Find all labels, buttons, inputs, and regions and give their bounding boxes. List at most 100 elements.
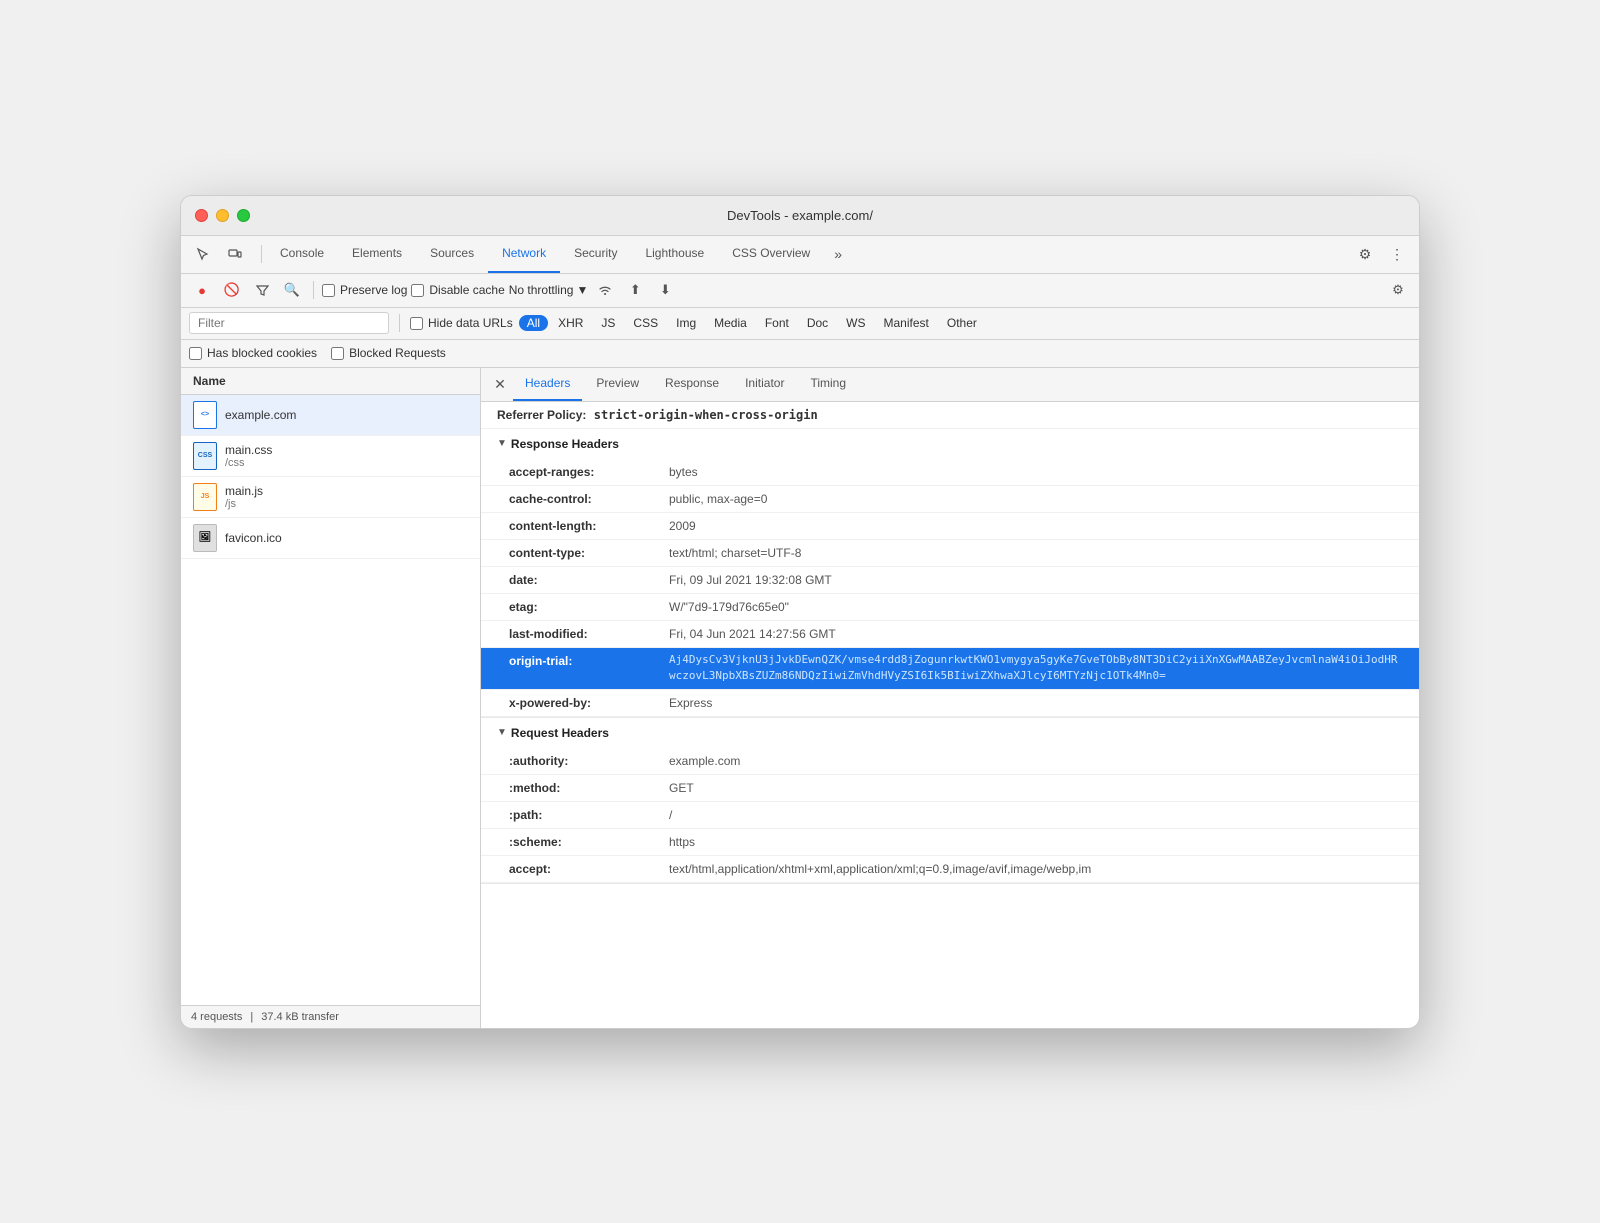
blocked-requests-checkbox[interactable]	[331, 347, 344, 360]
header-row-origin-trial: origin-trial: Aj4DysCv3VjknU3jJvkDEwnQZK…	[481, 648, 1419, 690]
tab-sources[interactable]: Sources	[416, 235, 488, 273]
request-item-main-css[interactable]: CSS main.css /css	[181, 436, 480, 477]
has-blocked-cookies-checkbox[interactable]	[189, 347, 202, 360]
tab-css-overview[interactable]: CSS Overview	[718, 235, 824, 273]
filter-tag-xhr[interactable]: XHR	[550, 315, 591, 331]
filter-tag-ws[interactable]: WS	[838, 315, 873, 331]
request-item-main-js[interactable]: JS main.js /js	[181, 477, 480, 518]
detail-tab-initiator[interactable]: Initiator	[733, 368, 796, 402]
detail-tab-response[interactable]: Response	[653, 368, 731, 402]
filter-bar: Hide data URLs All XHR JS CSS Img Media …	[181, 308, 1419, 340]
requests-footer: 4 requests | 37.4 kB transfer	[181, 1005, 480, 1028]
header-row-authority: :authority: example.com	[481, 748, 1419, 775]
detail-tab-preview[interactable]: Preview	[584, 368, 651, 402]
requests-column-header: Name	[181, 368, 480, 395]
header-row-method: :method: GET	[481, 775, 1419, 802]
header-row-date: date: Fri, 09 Jul 2021 19:32:08 GMT	[481, 567, 1419, 594]
more-options-icon-button[interactable]: ⋮	[1383, 240, 1411, 268]
filter-tag-js[interactable]: JS	[593, 315, 623, 331]
request-headers-title[interactable]: ▼ Request Headers	[481, 718, 1419, 748]
titlebar: DevTools - example.com/	[181, 196, 1419, 236]
hide-data-urls-checkbox[interactable]	[410, 317, 423, 330]
throttle-selector[interactable]: No throttling ▼	[509, 283, 589, 297]
upload-icon-button[interactable]: ⬆	[622, 277, 648, 303]
filter-tag-doc[interactable]: Doc	[799, 315, 836, 331]
chevron-down-icon: ▼	[576, 283, 588, 297]
toolbar-right-icons: ⚙ ⋮	[1351, 240, 1411, 268]
header-row-etag: etag: W/"7d9-179d76c65e0"	[481, 594, 1419, 621]
response-headers-title[interactable]: ▼ Response Headers	[481, 429, 1419, 459]
footer-separator: |	[250, 1011, 253, 1023]
header-row-path: :path: /	[481, 802, 1419, 829]
request-info-css: main.css /css	[225, 443, 272, 469]
file-icon-html: <>	[193, 401, 217, 429]
header-row-cache-control: cache-control: public, max-age=0	[481, 486, 1419, 513]
tab-security[interactable]: Security	[560, 235, 631, 273]
filter-tag-manifest[interactable]: Manifest	[876, 315, 937, 331]
devtools-tabs-bar: Console Elements Sources Network Securit…	[181, 236, 1419, 274]
minimize-button[interactable]	[216, 209, 229, 222]
blocked-requests-label[interactable]: Blocked Requests	[331, 346, 446, 360]
requests-list-panel: Name <> example.com CSS main.css /css	[181, 368, 481, 1028]
header-row-scheme: :scheme: https	[481, 829, 1419, 856]
headers-content-area: Referrer Policy: strict-origin-when-cros…	[481, 402, 1419, 1028]
tab-lighthouse[interactable]: Lighthouse	[631, 235, 718, 273]
settings-icon-button[interactable]: ⚙	[1351, 240, 1379, 268]
request-headers-section: ▼ Request Headers :authority: example.co…	[481, 718, 1419, 884]
header-row-accept: accept: text/html,application/xhtml+xml,…	[481, 856, 1419, 883]
blocked-bar: Has blocked cookies Blocked Requests	[181, 340, 1419, 368]
header-row-content-type: content-type: text/html; charset=UTF-8	[481, 540, 1419, 567]
filter-tag-font[interactable]: Font	[757, 315, 797, 331]
window-title: DevTools - example.com/	[727, 208, 873, 223]
tab-network[interactable]: Network	[488, 235, 560, 273]
filter-type-tags: All XHR JS CSS Img Media Font Doc WS Man…	[519, 315, 985, 331]
collapse-triangle-icon: ▼	[497, 438, 507, 449]
devtools-window: DevTools - example.com/ Console Elements	[180, 195, 1420, 1029]
toolbar-left-icons	[189, 240, 249, 268]
clear-button[interactable]: 🚫	[219, 277, 245, 303]
wifi-icon-button[interactable]	[592, 277, 618, 303]
filter-icon-button[interactable]	[249, 277, 275, 303]
filter-tag-css[interactable]: CSS	[625, 315, 666, 331]
file-icon-js: JS	[193, 483, 217, 511]
filter-tag-other[interactable]: Other	[939, 315, 985, 331]
record-button[interactable]: ●	[189, 277, 215, 303]
more-tabs-button[interactable]: »	[828, 246, 848, 262]
header-row-content-length: content-length: 2009	[481, 513, 1419, 540]
filter-tag-all[interactable]: All	[519, 315, 548, 331]
request-info-js: main.js /js	[225, 484, 263, 510]
disable-cache-checkbox[interactable]	[411, 284, 424, 297]
detail-tab-timing[interactable]: Timing	[798, 368, 858, 402]
header-row-accept-ranges: accept-ranges: bytes	[481, 459, 1419, 486]
window-controls	[195, 209, 250, 222]
header-row-last-modified: last-modified: Fri, 04 Jun 2021 14:27:56…	[481, 621, 1419, 648]
detail-tab-headers[interactable]: Headers	[513, 368, 582, 402]
close-detail-panel-button[interactable]: ✕	[489, 373, 511, 395]
filter-tag-img[interactable]: Img	[668, 315, 704, 331]
referrer-policy-row: Referrer Policy: strict-origin-when-cros…	[481, 402, 1419, 429]
disable-cache-label[interactable]: Disable cache	[411, 283, 504, 297]
filter-input[interactable]	[189, 312, 389, 334]
close-button[interactable]	[195, 209, 208, 222]
request-info-ico: favicon.ico	[225, 531, 282, 545]
request-info: example.com	[225, 408, 296, 422]
has-blocked-cookies-label[interactable]: Has blocked cookies	[189, 346, 317, 360]
hide-data-urls-label[interactable]: Hide data URLs	[410, 316, 513, 330]
tab-console[interactable]: Console	[266, 235, 338, 273]
file-icon-css: CSS	[193, 442, 217, 470]
filter-tag-media[interactable]: Media	[706, 315, 755, 331]
request-item-example-com[interactable]: <> example.com	[181, 395, 480, 436]
tab-elements[interactable]: Elements	[338, 235, 416, 273]
download-icon-button[interactable]: ⬇	[652, 277, 678, 303]
maximize-button[interactable]	[237, 209, 250, 222]
file-icon-ico: 🖼	[193, 524, 217, 552]
preserve-log-label[interactable]: Preserve log	[322, 283, 407, 297]
detail-tabs-bar: ✕ Headers Preview Response Initiator Tim…	[481, 368, 1419, 402]
preserve-log-checkbox[interactable]	[322, 284, 335, 297]
settings-network-icon-button[interactable]: ⚙	[1385, 277, 1411, 303]
search-icon-button[interactable]: 🔍	[279, 277, 305, 303]
request-item-favicon[interactable]: 🖼 favicon.ico	[181, 518, 480, 559]
header-row-x-powered-by: x-powered-by: Express	[481, 690, 1419, 717]
cursor-icon-button[interactable]	[189, 240, 217, 268]
device-toolbar-icon-button[interactable]	[221, 240, 249, 268]
